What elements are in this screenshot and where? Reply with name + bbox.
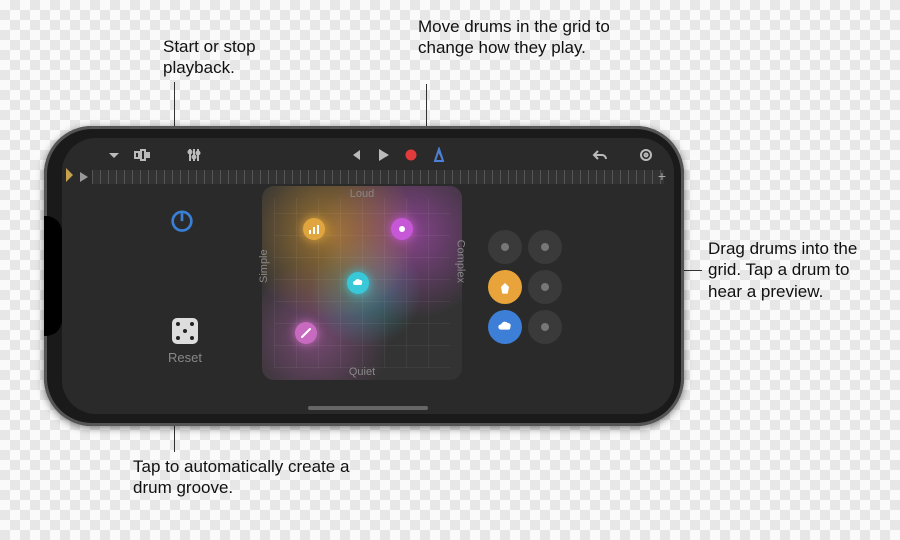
drum-node-snare[interactable] xyxy=(391,218,413,240)
palette-clap[interactable] xyxy=(488,270,522,304)
grid-label-right: Complex xyxy=(454,240,466,283)
play-button[interactable] xyxy=(369,143,397,167)
main-stage: Reset Loud Quiet Simple Complex xyxy=(72,184,664,404)
drum-xy-grid[interactable]: Loud Quiet Simple Complex xyxy=(262,186,462,380)
randomize-dice-button[interactable] xyxy=(172,318,198,344)
palette-cowbell[interactable] xyxy=(528,270,562,304)
grid-label-bottom: Quiet xyxy=(349,366,375,378)
palette-tamb[interactable] xyxy=(528,230,562,264)
record-button[interactable] xyxy=(397,143,425,167)
settings-button[interactable] xyxy=(632,143,660,167)
annotation-palette: Drag drums into the grid. Tap a drum to … xyxy=(708,238,888,302)
palette-stick[interactable] xyxy=(528,310,562,344)
undo-button[interactable] xyxy=(586,143,614,167)
drum-node-kick[interactable] xyxy=(303,218,325,240)
device-notch xyxy=(44,216,62,336)
timeline-ruler[interactable] xyxy=(92,170,664,184)
view-button[interactable] xyxy=(128,143,156,167)
annotation-dice: Tap to automatically create a drum groov… xyxy=(133,456,353,499)
rewind-button[interactable] xyxy=(341,143,369,167)
toolbar xyxy=(62,140,674,170)
annotation-playback: Start or stop playback. xyxy=(163,36,303,79)
device-frame: Reset Loud Quiet Simple Complex xyxy=(44,126,684,426)
tracks-menu-button[interactable] xyxy=(100,143,128,167)
drum-node-hihat[interactable] xyxy=(347,272,369,294)
mixer-button[interactable] xyxy=(180,143,208,167)
home-indicator[interactable] xyxy=(308,406,428,410)
grid-label-left: Simple xyxy=(258,249,270,283)
metronome-button[interactable] xyxy=(425,143,453,167)
power-toggle[interactable] xyxy=(168,206,196,234)
playhead-flag-icon[interactable] xyxy=(80,172,90,182)
palette-cloud[interactable] xyxy=(488,310,522,344)
palette-shaker[interactable] xyxy=(488,230,522,264)
drum-palette xyxy=(488,230,562,344)
app-screen: Reset Loud Quiet Simple Complex xyxy=(62,138,674,414)
grid-label-top: Loud xyxy=(350,188,374,200)
reset-label: Reset xyxy=(168,350,202,365)
annotation-grid: Move drums in the grid to change how the… xyxy=(418,16,618,59)
